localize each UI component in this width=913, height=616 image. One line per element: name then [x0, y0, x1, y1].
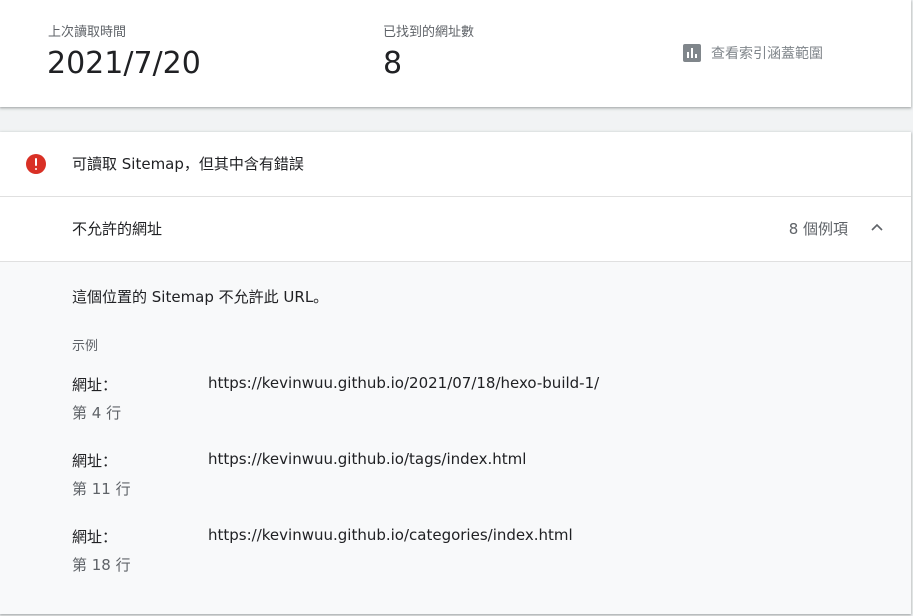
status-row: 可讀取 Sitemap，但其中含有錯誤 [0, 132, 911, 197]
example-item: 網址： https://kevinwuu.github.io/categorie… [72, 526, 892, 586]
example-url-key: 網址： [72, 452, 118, 470]
last-read-value: 2021/7/20 [47, 46, 201, 81]
issue-title: 不允許的網址 [72, 220, 163, 238]
example-url[interactable]: https://kevinwuu.github.io/tags/index.ht… [208, 450, 526, 468]
example-line-number: 第 4 行 [72, 404, 122, 422]
chevron-up-icon[interactable] [871, 222, 883, 234]
urls-found-value: 8 [383, 46, 403, 81]
example-item: 網址： https://kevinwuu.github.io/2021/07/1… [72, 374, 892, 434]
example-url[interactable]: https://kevinwuu.github.io/categories/in… [208, 526, 573, 544]
sitemap-detail-card: 可讀取 Sitemap，但其中含有錯誤 不允許的網址 8 個例項 這個位置的 S… [0, 132, 911, 614]
bar-chart-icon [683, 44, 701, 62]
issue-description: 這個位置的 Sitemap 不允許此 URL。 [72, 288, 329, 306]
view-coverage-link[interactable]: 查看索引涵蓋範圍 [683, 43, 823, 63]
examples-heading: 示例 [72, 339, 99, 354]
urls-found-label: 已找到的網址數 [383, 25, 475, 40]
example-url[interactable]: https://kevinwuu.github.io/2021/07/18/he… [208, 374, 599, 392]
example-url-key: 網址： [72, 528, 118, 546]
issue-details-panel: 這個位置的 Sitemap 不允許此 URL。 示例 網址： https://k… [0, 262, 911, 614]
error-icon [26, 154, 46, 174]
view-coverage-label: 查看索引涵蓋範圍 [711, 46, 823, 62]
issue-header-row[interactable]: 不允許的網址 8 個例項 [0, 197, 911, 262]
last-read-label: 上次讀取時間 [48, 25, 127, 40]
sitemap-stats-card: 上次讀取時間 2021/7/20 已找到的網址數 8 查看索引涵蓋範圍 [0, 0, 911, 107]
status-message: 可讀取 Sitemap，但其中含有錯誤 [72, 155, 304, 173]
example-line-number: 第 11 行 [72, 480, 131, 498]
issue-instance-count: 8 個例項 [788, 220, 848, 238]
example-url-key: 網址： [72, 376, 118, 394]
example-item: 網址： https://kevinwuu.github.io/tags/inde… [72, 450, 892, 510]
example-line-number: 第 18 行 [72, 556, 131, 574]
